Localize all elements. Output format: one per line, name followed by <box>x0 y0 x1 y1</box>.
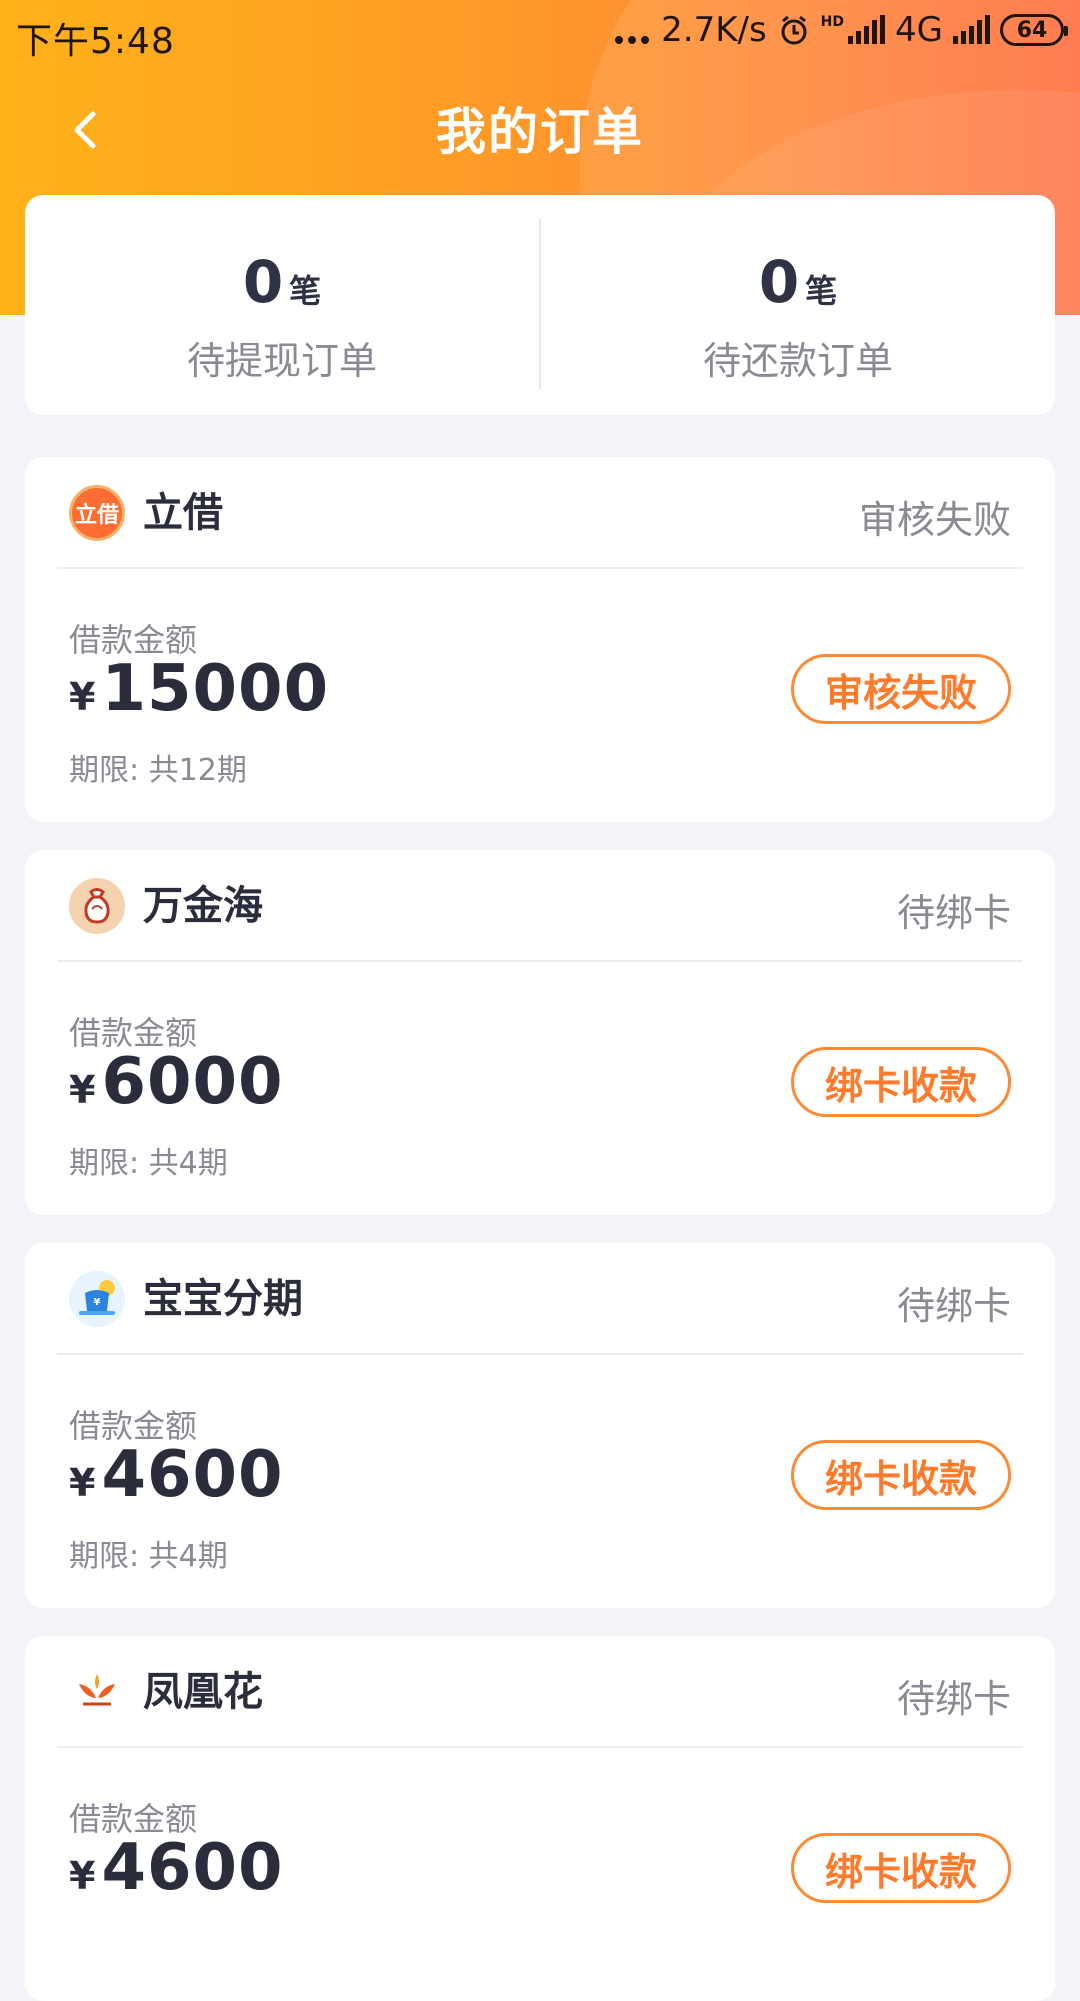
summary-card: 0笔 待提现订单 0笔 待还款订单 <box>25 195 1055 415</box>
loan-amount-value: 6000 <box>101 1045 284 1119</box>
battery-level: 64 <box>1016 17 1048 43</box>
loan-status: 审核失败 <box>858 498 1011 542</box>
currency-symbol: ¥ <box>69 1068 96 1112</box>
more-dots-icon <box>615 36 650 44</box>
loan-divider <box>57 1353 1023 1355</box>
loan-amount-value: 4600 <box>101 1831 284 1905</box>
loan-term: 期限: 共12期 <box>69 753 247 788</box>
loan-action-button[interactable]: 绑卡收款 <box>791 1833 1011 1903</box>
pending-withdraw-summary[interactable]: 0笔 待提现订单 <box>25 253 539 385</box>
loan-card[interactable]: ¥ 宝宝分期 待绑卡 借款金额 ¥ 4600 期限: 共4期 绑卡收款 <box>25 1243 1055 1608</box>
currency-symbol: ¥ <box>69 1461 96 1505</box>
loan-action-button[interactable]: 审核失败 <box>791 654 1011 724</box>
loan-divider <box>57 567 1023 569</box>
loan-card[interactable]: 万金海 待绑卡 借款金额 ¥ 6000 期限: 共4期 绑卡收款 <box>25 850 1055 1215</box>
page-title: 我的订单 <box>436 103 644 161</box>
loan-name: 万金海 <box>143 883 263 929</box>
loan-term: 期限: 共4期 <box>69 1539 228 1574</box>
alarm-icon <box>781 15 807 45</box>
loan-card[interactable]: 立借 立借 审核失败 借款金额 ¥ 15000 期限: 共12期 审核失败 <box>25 457 1055 822</box>
loan-action-button[interactable]: 绑卡收款 <box>791 1440 1011 1510</box>
loan-amount: ¥ 4600 <box>69 1836 284 1900</box>
status-bar: 下午5:48 2.7K/s HD 4G 64 <box>0 0 1080 68</box>
currency-symbol: ¥ <box>69 1854 96 1898</box>
loan-status: 待绑卡 <box>896 1677 1011 1721</box>
baobao-logo-icon: ¥ <box>69 1271 125 1327</box>
loan-name: 宝宝分期 <box>143 1276 303 1322</box>
loan-header: 凤凰花 <box>69 1664 263 1720</box>
loan-name: 凤凰花 <box>143 1669 263 1715</box>
lijie-logo-icon: 立借 <box>69 485 125 541</box>
loan-header: ¥ 宝宝分期 <box>69 1271 303 1327</box>
pending-repayment-count: 0 <box>758 248 800 316</box>
loan-amount-value: 15000 <box>101 652 330 726</box>
loan-header: 立借 立借 <box>69 485 223 541</box>
loan-amount: ¥ 4600 <box>69 1443 284 1507</box>
loan-amount: ¥ 6000 <box>69 1050 284 1114</box>
currency-symbol: ¥ <box>69 675 96 719</box>
signal-bars-icon <box>953 15 990 44</box>
pending-repayment-label: 待还款订单 <box>702 339 893 383</box>
signal-bars-icon <box>848 15 886 44</box>
loan-amount: ¥ 15000 <box>69 657 329 721</box>
phoenix-icon <box>79 1674 115 1706</box>
phoenix-logo-icon <box>69 1664 125 1720</box>
loan-name: 立借 <box>143 490 223 536</box>
network-type: 4G <box>895 10 943 50</box>
loan-header: 万金海 <box>69 878 263 934</box>
pending-withdraw-count: 0 <box>242 248 284 316</box>
money-bag-icon <box>84 888 110 924</box>
loan-amount-value: 4600 <box>101 1438 284 1512</box>
coin-bag-icon: ¥ <box>79 1280 115 1315</box>
svg-text:¥: ¥ <box>94 1297 101 1308</box>
loan-divider <box>57 960 1023 962</box>
pending-repayment-summary[interactable]: 0笔 待还款订单 <box>541 253 1055 385</box>
loan-status: 待绑卡 <box>896 1284 1011 1328</box>
loan-action-button[interactable]: 绑卡收款 <box>791 1047 1011 1117</box>
network-speed: 2.7K/s <box>661 10 767 50</box>
loan-status: 待绑卡 <box>896 891 1011 935</box>
wanjinhai-logo-icon <box>69 878 125 934</box>
battery-icon: 64 <box>1000 14 1068 46</box>
pending-repayment-unit: 笔 <box>805 272 838 310</box>
status-time: 下午5:48 <box>16 21 175 62</box>
status-icons: 2.7K/s HD 4G 64 <box>615 10 1068 50</box>
loan-divider <box>57 1746 1023 1748</box>
hd-badge: HD <box>820 14 845 30</box>
pending-withdraw-unit: 笔 <box>289 272 322 310</box>
loan-card[interactable]: 凤凰花 待绑卡 借款金额 ¥ 4600 绑卡收款 <box>25 1636 1055 2001</box>
loan-term: 期限: 共4期 <box>69 1146 228 1181</box>
lijie-logo-text: 立借 <box>74 503 119 528</box>
pending-withdraw-label: 待提现订单 <box>186 339 377 383</box>
